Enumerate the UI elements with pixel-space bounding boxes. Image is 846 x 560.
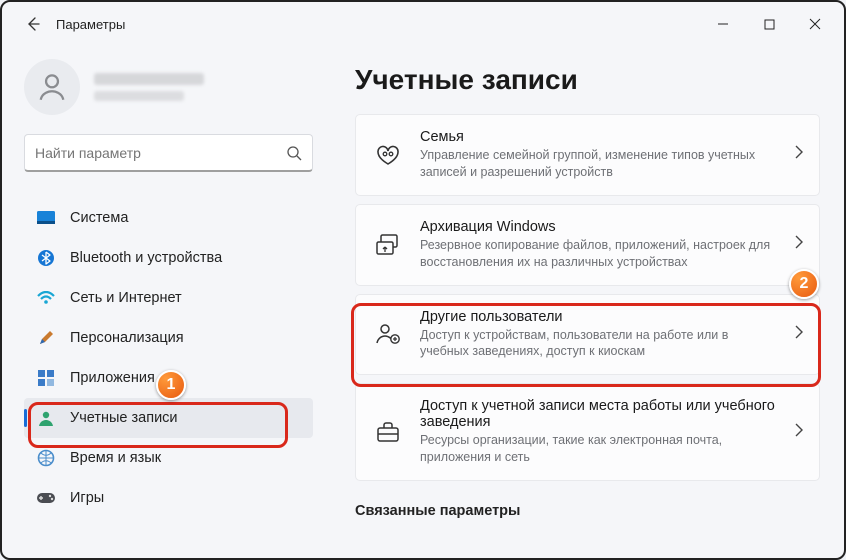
maximize-icon (764, 19, 775, 30)
minimize-icon (717, 18, 729, 30)
sidebar-item-label: Система (70, 210, 128, 226)
family-icon (374, 141, 402, 169)
card-desc: Управление семейной группой, изменение т… (420, 147, 776, 181)
back-arrow-icon (25, 16, 41, 32)
sidebar: Система Bluetooth и устройства Сеть и Ин… (2, 46, 327, 558)
chevron-right-icon (794, 145, 803, 164)
close-icon (809, 18, 821, 30)
window-title: Параметры (56, 17, 125, 32)
nav-list: Система Bluetooth и устройства Сеть и Ин… (24, 198, 313, 518)
person-icon (35, 70, 69, 104)
card-other-users[interactable]: Другие пользователи Доступ к устройствам… (355, 294, 820, 376)
titlebar: Параметры (2, 2, 844, 46)
user-account-header[interactable] (24, 52, 313, 122)
card-desc: Доступ к устройствам, пользователи на ра… (420, 327, 776, 361)
sidebar-item-label: Учетные записи (70, 410, 178, 426)
chevron-right-icon (794, 423, 803, 442)
sidebar-item-bluetooth[interactable]: Bluetooth и устройства (24, 238, 313, 278)
card-title: Семья (420, 129, 776, 145)
card-work-school-access[interactable]: Доступ к учетной записи места работы или… (355, 383, 820, 481)
close-button[interactable] (792, 7, 838, 41)
back-button[interactable] (16, 7, 50, 41)
chevron-right-icon (794, 325, 803, 344)
sidebar-item-label: Сеть и Интернет (70, 290, 182, 306)
sidebar-item-label: Персонализация (70, 330, 184, 346)
gamepad-icon (36, 488, 56, 508)
backup-icon (374, 231, 402, 259)
avatar (24, 59, 80, 115)
settings-window: Параметры (0, 0, 846, 560)
user-name-blurred (94, 73, 204, 85)
user-email-blurred (94, 91, 184, 101)
card-windows-backup[interactable]: Архивация Windows Резервное копирование … (355, 204, 820, 286)
related-params-heading: Связанные параметры (355, 503, 820, 519)
window-controls (700, 7, 838, 41)
sidebar-item-personalization[interactable]: Персонализация (24, 318, 313, 358)
card-desc: Ресурсы организации, такие как электронн… (420, 432, 776, 466)
sidebar-item-gaming[interactable]: Игры (24, 478, 313, 518)
minimize-button[interactable] (700, 7, 746, 41)
maximize-button[interactable] (746, 7, 792, 41)
bluetooth-icon (36, 248, 56, 268)
search-icon (286, 145, 302, 161)
chevron-right-icon (794, 235, 803, 254)
display-icon (36, 208, 56, 228)
content-area: Учетные записи Семья Управление семейной… (327, 46, 844, 558)
paintbrush-icon (36, 328, 56, 348)
other-users-icon (374, 320, 402, 348)
annotation-badge-1: 1 (156, 370, 186, 400)
page-title: Учетные записи (355, 64, 820, 96)
sidebar-item-time-language[interactable]: Время и язык (24, 438, 313, 478)
card-title: Архивация Windows (420, 219, 776, 235)
sidebar-item-accounts[interactable]: Учетные записи (24, 398, 313, 438)
annotation-badge-2: 2 (789, 269, 819, 299)
apps-icon (36, 368, 56, 388)
wifi-icon (36, 288, 56, 308)
sidebar-item-label: Игры (70, 490, 104, 506)
sidebar-item-system[interactable]: Система (24, 198, 313, 238)
sidebar-item-label: Приложения (70, 370, 155, 386)
sidebar-item-label: Bluetooth и устройства (70, 250, 222, 266)
card-title: Доступ к учетной записи места работы или… (420, 398, 776, 430)
card-family[interactable]: Семья Управление семейной группой, измен… (355, 114, 820, 196)
search-input[interactable] (35, 145, 286, 161)
sidebar-item-label: Время и язык (70, 450, 161, 466)
sidebar-item-network[interactable]: Сеть и Интернет (24, 278, 313, 318)
card-desc: Резервное копирование файлов, приложений… (420, 237, 776, 271)
card-title: Другие пользователи (420, 309, 776, 325)
search-box[interactable] (24, 134, 313, 172)
briefcase-icon (374, 418, 402, 446)
account-icon (36, 408, 56, 428)
globe-clock-icon (36, 448, 56, 468)
